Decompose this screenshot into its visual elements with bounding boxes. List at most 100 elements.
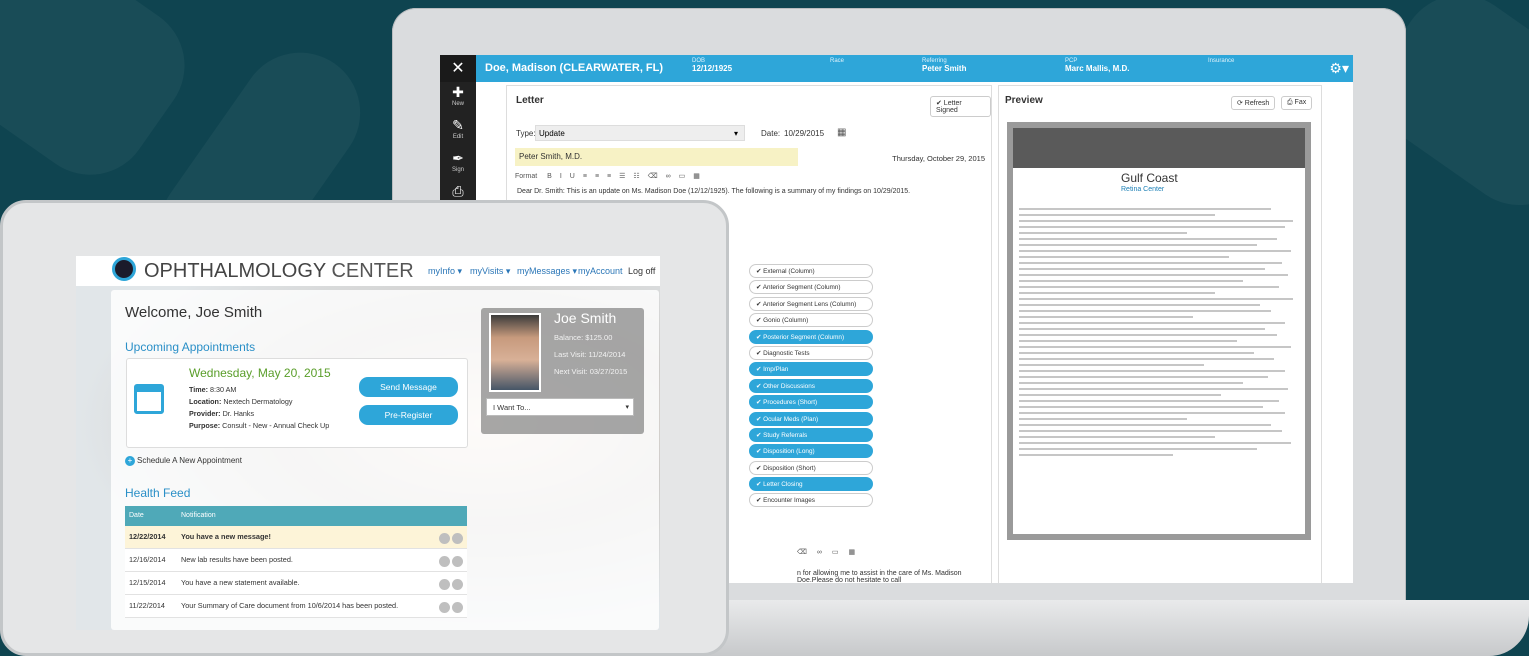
plus-circle-icon: + xyxy=(125,456,135,466)
underline-icon[interactable]: U xyxy=(570,173,583,180)
image-icon[interactable]: ▭ xyxy=(679,173,694,180)
header-field-insurance: Insurance xyxy=(1208,58,1235,64)
upcoming-appointments-title: Upcoming Appointments xyxy=(125,340,256,354)
settings-gear-icon[interactable]: ⚙▾ xyxy=(1329,60,1349,77)
new-button[interactable]: ✚ New xyxy=(440,82,476,115)
closing-text[interactable]: n for allowing me to assist in the care … xyxy=(797,570,991,583)
align-left-icon[interactable]: ≡ xyxy=(583,173,595,180)
clear-format-icon[interactable]: ⌫ xyxy=(797,549,817,556)
section-chip[interactable]: ✔ Disposition (Long) xyxy=(749,444,873,459)
italic-icon[interactable]: I xyxy=(560,173,570,180)
refresh-button[interactable]: ⟳ Refresh xyxy=(1231,96,1276,110)
section-chip[interactable]: ✔ Other Discussions xyxy=(749,378,873,393)
section-chip[interactable]: ✔ Posterior Segment (Column) xyxy=(749,329,873,344)
align-center-icon[interactable]: ≡ xyxy=(595,173,607,180)
pre-register-button[interactable]: Pre-Register xyxy=(359,405,458,425)
section-chip[interactable]: ✔ Imp/Plan xyxy=(749,362,873,377)
nav-myaccount[interactable]: myAccount xyxy=(578,266,623,276)
section-chip[interactable]: ✔ Gonio (Column) xyxy=(749,313,873,328)
nav-mymessages[interactable]: myMessages ▾ xyxy=(517,266,577,277)
section-chip[interactable]: ✔ Anterior Segment Lens (Column) xyxy=(749,296,873,311)
clear-format-icon[interactable]: ⌫ xyxy=(648,173,666,180)
number-list-icon[interactable]: ☷ xyxy=(633,173,647,180)
calendar-icon[interactable]: ▦ xyxy=(837,127,846,138)
pen-icon: ✒ xyxy=(452,150,464,166)
feed-date: 11/22/2014 xyxy=(129,601,165,610)
i-want-to-select[interactable]: I Want To... ▾ xyxy=(486,398,634,416)
section-chip[interactable]: ✔ Diagnostic Tests xyxy=(749,345,873,360)
schedule-label: Schedule A New Appointment xyxy=(137,456,242,465)
fax-icon: ⎙ xyxy=(1287,99,1295,106)
select-value: I Want To... xyxy=(493,403,531,412)
view-icon[interactable] xyxy=(439,556,450,567)
link-icon[interactable]: ∞ xyxy=(666,173,679,180)
type-label: Type: xyxy=(516,129,536,138)
editor-toolbar: Format BIU≡≡≡☰☷⌫∞▭▦ xyxy=(515,172,708,180)
section-chip[interactable]: ✔ Anterior Segment (Column) xyxy=(749,280,873,295)
patient-header: ✕ Doe, Madison (CLEARWATER, FL) DOB 12/12… xyxy=(440,55,1353,82)
appointment-provider: Provider: Dr. Hanks xyxy=(189,409,255,418)
section-chip[interactable]: ✔ Encounter Images xyxy=(749,493,873,508)
nav-myinfo[interactable]: myInfo ▾ xyxy=(428,266,462,277)
section-chip[interactable]: ✔ Study Referrals xyxy=(749,427,873,442)
fax-button[interactable]: ⎙ Fax xyxy=(1281,96,1313,110)
send-message-button[interactable]: Send Message xyxy=(359,377,458,397)
new-label: New xyxy=(451,101,464,107)
view-icon[interactable] xyxy=(439,579,450,590)
logo-bold-text: OPHTHALMOLOGY xyxy=(144,260,326,282)
section-chip[interactable]: ✔ Procedures (Short) xyxy=(749,395,873,410)
portal-logo[interactable]: OPHTHALMOLOGY CENTER xyxy=(144,260,414,283)
section-chip[interactable]: ✔ Disposition (Short) xyxy=(749,460,873,475)
table-icon[interactable]: ▦ xyxy=(693,173,708,180)
view-icon[interactable] xyxy=(439,533,450,544)
feed-text: You have a new message! xyxy=(181,532,271,541)
recipient-field[interactable]: Peter Smith, M.D. xyxy=(515,148,798,166)
view-icon[interactable] xyxy=(439,602,450,613)
close-icon[interactable] xyxy=(452,602,463,613)
section-chip[interactable]: ✔ External (Column) xyxy=(749,264,873,278)
nav-logoff[interactable]: Log off xyxy=(628,266,655,276)
table-row[interactable]: 12/15/2014 You have a new statement avail… xyxy=(125,572,467,595)
document-text-lines xyxy=(1019,208,1299,460)
letter-body[interactable]: Dear Dr. Smith: This is an update on Ms.… xyxy=(517,188,910,195)
nav-myvisits[interactable]: myVisits ▾ xyxy=(470,266,510,277)
sign-label: Sign xyxy=(451,167,464,173)
table-icon[interactable]: ▦ xyxy=(849,549,866,556)
align-right-icon[interactable]: ≡ xyxy=(607,173,619,180)
link-icon[interactable]: ∞ xyxy=(817,549,832,556)
section-chip[interactable]: ✔ Letter Closing xyxy=(749,477,873,492)
patient-name[interactable]: Doe, Madison (CLEARWATER, FL) xyxy=(485,62,663,74)
long-date: Thursday, October 29, 2015 xyxy=(892,154,985,163)
type-select[interactable]: Update ▾ xyxy=(535,125,745,141)
table-row[interactable]: 12/16/2014 New lab results have been post… xyxy=(125,549,467,572)
chevron-down-icon: ▾ xyxy=(733,129,738,138)
type-value: Update xyxy=(539,129,565,138)
app-logo-icon[interactable]: ✕ xyxy=(440,55,476,82)
feed-header-row: Date Notification xyxy=(125,506,467,526)
appointment-time: Time: 8:30 AM xyxy=(189,385,237,394)
letter-preview-document[interactable]: Gulf Coast Retina Center xyxy=(1007,122,1311,540)
close-icon[interactable] xyxy=(452,533,463,544)
feed-date: 12/22/2014 xyxy=(129,532,166,541)
schedule-appointment-link[interactable]: + Schedule A New Appointment xyxy=(125,456,242,466)
feed-date: 12/16/2014 xyxy=(129,555,166,564)
format-dropdown[interactable]: Format xyxy=(515,173,537,180)
letter-signed-button[interactable]: ✔ Letter Signed xyxy=(930,96,991,117)
table-row[interactable]: 11/22/2014 Your Summary of Care document … xyxy=(125,595,467,618)
close-icon[interactable] xyxy=(452,579,463,590)
profile-last-visit: Last Visit: 11/24/2014 xyxy=(554,350,626,359)
health-feed-title: Health Feed xyxy=(125,486,191,500)
close-icon[interactable] xyxy=(452,556,463,567)
profile-name: Joe Smith xyxy=(554,310,617,326)
sign-button[interactable]: ✒ Sign xyxy=(440,148,476,181)
brand-name: Gulf Coast xyxy=(1121,171,1178,185)
table-row[interactable]: 12/22/2014 You have a new message! xyxy=(125,526,467,549)
edit-button[interactable]: ✎ Edit xyxy=(440,115,476,148)
chevron-down-icon: ▾ xyxy=(625,404,629,411)
section-chip[interactable]: ✔ Ocular Meds (Plan) xyxy=(749,411,873,426)
bullet-list-icon[interactable]: ☰ xyxy=(619,173,633,180)
calendar-icon xyxy=(134,384,164,414)
image-icon[interactable]: ▭ xyxy=(832,549,849,556)
bold-icon[interactable]: B xyxy=(547,173,560,180)
date-input[interactable]: 10/29/2015 xyxy=(784,129,824,138)
